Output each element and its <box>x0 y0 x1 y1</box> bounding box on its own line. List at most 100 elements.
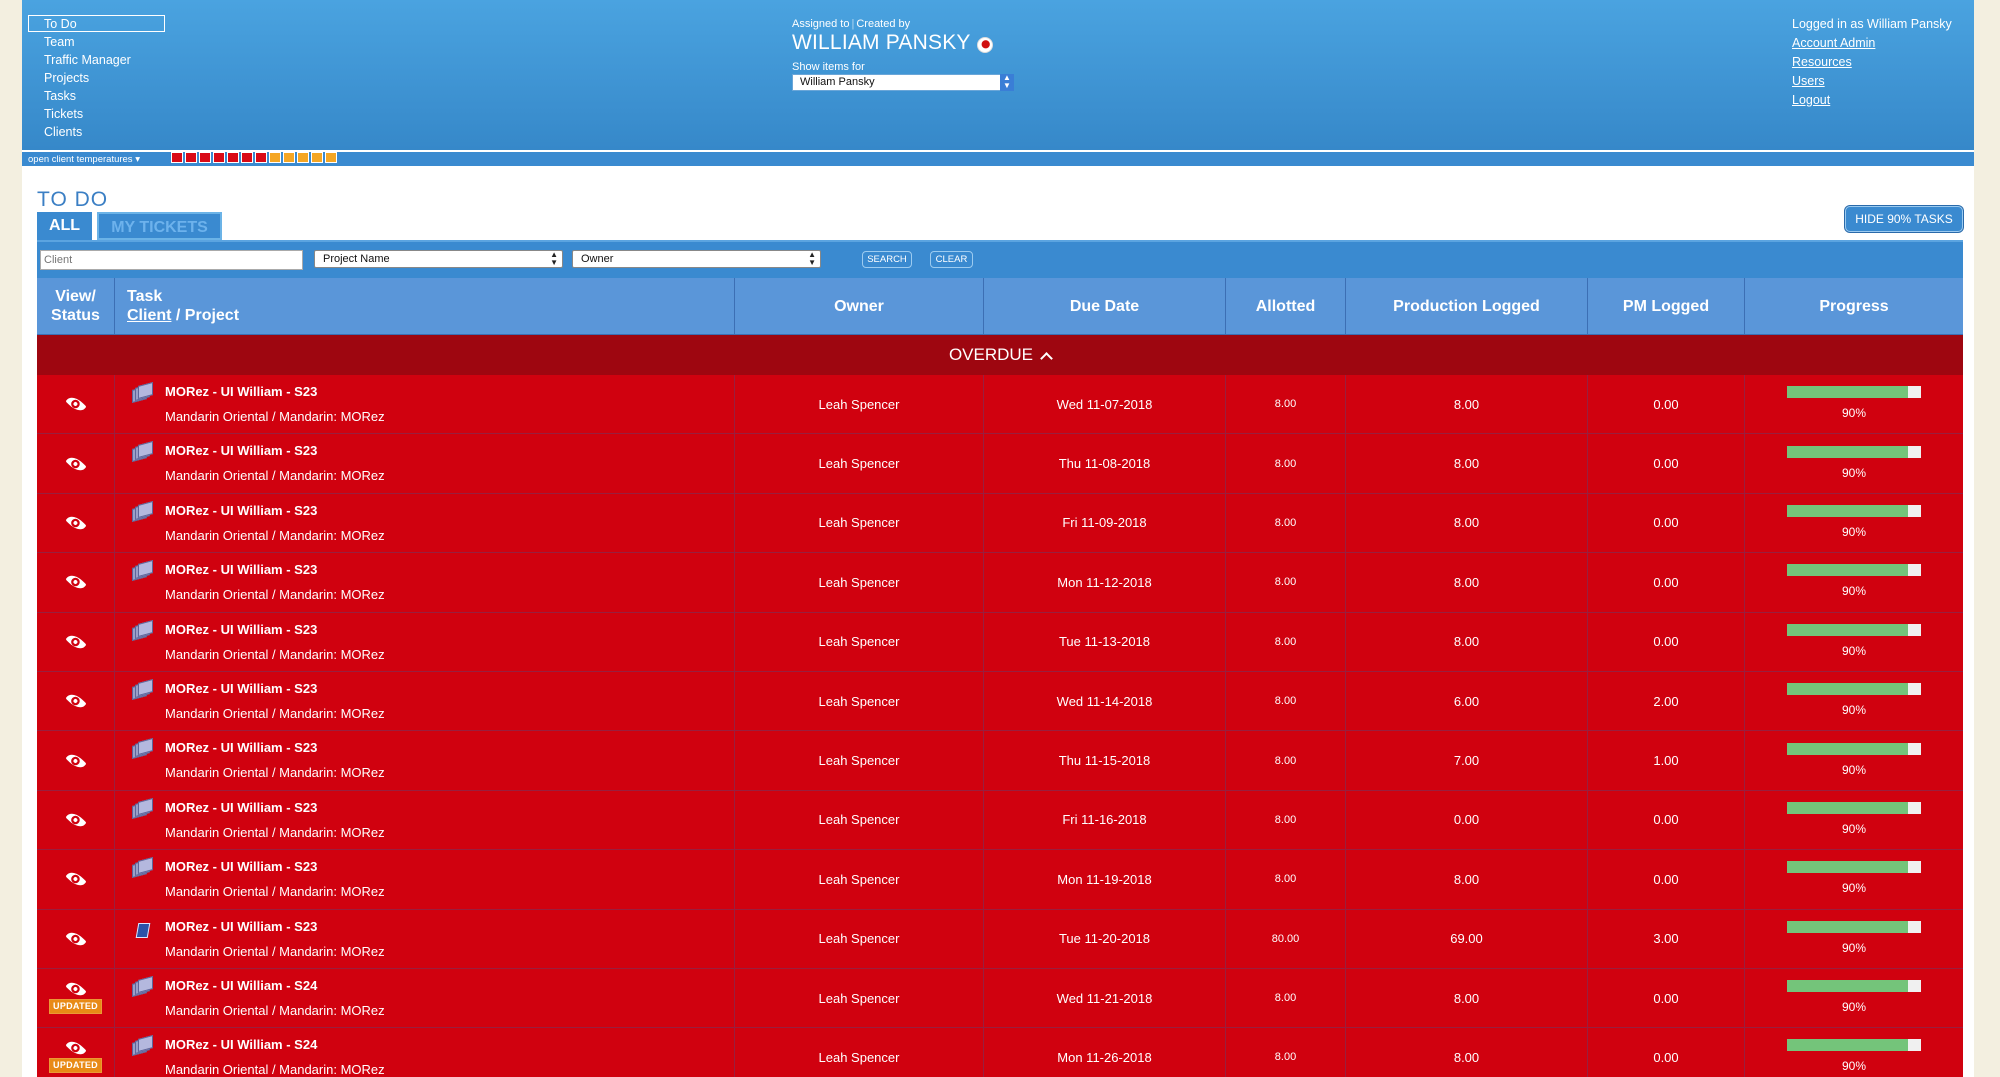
account-admin-link[interactable]: Account Admin <box>1792 34 1952 53</box>
table-row[interactable]: MORez - UI William - S23 Mandarin Orient… <box>37 493 1963 554</box>
task-title-link[interactable]: MORez - UI William - S23 <box>165 562 317 577</box>
users-link[interactable]: Users <box>1792 72 1952 91</box>
progress-cell: 90% <box>1745 613 1963 671</box>
temperature-swatch[interactable] <box>255 152 267 163</box>
eye-icon[interactable] <box>65 978 86 1000</box>
eye-icon[interactable] <box>65 1038 86 1059</box>
table-row[interactable]: MORez - UI William - S23 Mandarin Orient… <box>37 553 1963 613</box>
eye-icon[interactable] <box>65 453 86 475</box>
progress-cell: 90% <box>1745 494 1963 552</box>
progress-cell: 90% <box>1745 434 1963 492</box>
eye-icon[interactable] <box>65 690 86 712</box>
resources-link[interactable]: Resources <box>1792 53 1952 72</box>
nav-item-to-do[interactable]: To Do <box>28 15 165 32</box>
task-title-link[interactable]: MORez - UI William - S24 <box>165 978 317 993</box>
nav-item-clients[interactable]: Clients <box>28 123 165 140</box>
temperature-swatch[interactable] <box>269 152 281 163</box>
progress-bar <box>1787 504 1921 517</box>
col-production-logged[interactable]: Production Logged <box>1346 278 1588 334</box>
task-title-link[interactable]: MORez - UI William - S23 <box>165 503 317 518</box>
eye-icon[interactable] <box>65 809 86 831</box>
eye-icon[interactable] <box>65 750 86 772</box>
temperature-swatch[interactable] <box>297 152 309 163</box>
col-due-date[interactable]: Due Date <box>984 278 1226 334</box>
tab-my-tickets[interactable]: MY TICKETS <box>97 212 222 240</box>
table-row[interactable]: MORez - UI William - S23 Mandarin Orient… <box>37 731 1963 791</box>
task-title-link[interactable]: MORez - UI William - S23 <box>165 443 317 458</box>
temperature-swatch[interactable] <box>283 152 295 163</box>
eye-icon[interactable] <box>65 571 86 593</box>
owner-cell: Leah Spencer <box>735 968 984 1028</box>
pin-icon[interactable] <box>976 36 993 53</box>
task-stack-icon <box>132 738 154 760</box>
task-client-project: Mandarin Oriental / Mandarin: MORez <box>165 646 385 662</box>
task-title-link[interactable]: MORez - UI William - S23 <box>165 919 317 934</box>
user-name: WILLIAM PANSKY <box>792 31 971 54</box>
view-status-cell: UPDATED <box>37 968 115 1028</box>
eye-icon[interactable] <box>65 868 86 890</box>
col-progress[interactable]: Progress <box>1745 278 1963 334</box>
col-client-sort-link[interactable]: Client <box>127 307 171 324</box>
nav-item-tickets[interactable]: Tickets <box>28 105 165 122</box>
col-pm-logged[interactable]: PM Logged <box>1588 278 1745 334</box>
task-title-link[interactable]: MORez - UI William - S23 <box>165 740 317 755</box>
created-by-link[interactable]: Created by <box>856 18 910 30</box>
task-title-link[interactable]: MORez - UI William - S24 <box>165 1037 317 1052</box>
client-temperatures-toggle[interactable]: open client temperatures ▾ <box>22 154 171 165</box>
temperature-swatch[interactable] <box>311 152 323 163</box>
hide-90-tasks-button[interactable]: HIDE 90% TASKS <box>1845 206 1963 232</box>
table-row[interactable]: UPDATED MORez - UI William - S24 Mandari… <box>37 968 1963 1029</box>
pm-logged-cell: 3.00 <box>1588 909 1745 968</box>
temperature-swatch[interactable] <box>213 152 225 163</box>
pm-logged-cell: 0.00 <box>1588 553 1745 612</box>
search-button[interactable]: SEARCH <box>862 251 912 268</box>
task-title-link[interactable]: MORez - UI William - S23 <box>165 622 317 637</box>
temperature-swatch[interactable] <box>199 152 211 163</box>
eye-icon[interactable] <box>65 928 86 950</box>
logout-link[interactable]: Logout <box>1792 91 1952 110</box>
temperature-swatch[interactable] <box>171 152 183 163</box>
production-logged-cell: 8.00 <box>1346 968 1588 1028</box>
overdue-group-toggle[interactable]: OVERDUE <box>37 335 1963 375</box>
show-items-select[interactable]: William Pansky ▲ ▼ <box>792 74 1014 91</box>
temperature-swatch[interactable] <box>325 152 337 163</box>
temperature-swatch[interactable] <box>185 152 197 163</box>
task-cell: MORez - UI William - S23 Mandarin Orient… <box>115 909 735 968</box>
client-search-input[interactable] <box>40 250 303 270</box>
table-row[interactable]: MORez - UI William - S23 Mandarin Orient… <box>37 850 1963 910</box>
book-icon <box>135 922 151 938</box>
table-row[interactable]: MORez - UI William - S23 Mandarin Orient… <box>37 671 1963 732</box>
task-cell: MORez - UI William - S23 Mandarin Orient… <box>115 850 735 909</box>
col-allotted[interactable]: Allotted <box>1226 278 1346 334</box>
table-row[interactable]: MORez - UI William - S23 Mandarin Orient… <box>37 790 1963 851</box>
task-title-link[interactable]: MORez - UI William - S23 <box>165 681 317 696</box>
temperature-swatch[interactable] <box>227 152 239 163</box>
eye-icon[interactable] <box>65 512 86 534</box>
clear-button[interactable]: CLEAR <box>930 251 973 268</box>
col-owner[interactable]: Owner <box>735 278 984 334</box>
table-row[interactable]: MORez - UI William - S23 Mandarin Orient… <box>37 612 1963 672</box>
nav-item-projects[interactable]: Projects <box>28 69 165 86</box>
project-name-select[interactable]: Project Name ▲ ▼ <box>314 250 563 268</box>
allotted-cell: 80.00 <box>1226 909 1346 968</box>
progress-bar <box>1787 1039 1921 1052</box>
assigned-to-link[interactable]: Assigned to <box>792 18 849 30</box>
table-row[interactable]: MORez - UI William - S23 Mandarin Orient… <box>37 375 1963 435</box>
nav-item-team[interactable]: Team <box>28 33 165 50</box>
temperature-swatch[interactable] <box>241 152 253 163</box>
table-row[interactable]: MORez - UI William - S23 Mandarin Orient… <box>37 909 1963 969</box>
owner-cell: Leah Spencer <box>735 553 984 612</box>
nav-item-traffic-manager[interactable]: Traffic Manager <box>28 51 165 68</box>
task-title-link[interactable]: MORez - UI William - S23 <box>165 384 317 399</box>
owner-filter-select[interactable]: Owner ▲ ▼ <box>572 250 821 268</box>
table-row[interactable]: MORez - UI William - S23 Mandarin Orient… <box>37 434 1963 494</box>
eye-icon[interactable] <box>65 631 86 653</box>
nav-item-tasks[interactable]: Tasks <box>28 87 165 104</box>
table-row[interactable]: UPDATED MORez - UI William - S24 Mandari… <box>37 1028 1963 1077</box>
task-title-link[interactable]: MORez - UI William - S23 <box>165 859 317 874</box>
eye-icon[interactable] <box>65 393 86 415</box>
tab-all[interactable]: ALL <box>37 212 92 240</box>
task-stack-icon <box>132 619 154 642</box>
col-project-label: / Project <box>171 307 240 324</box>
task-title-link[interactable]: MORez - UI William - S23 <box>165 800 317 815</box>
